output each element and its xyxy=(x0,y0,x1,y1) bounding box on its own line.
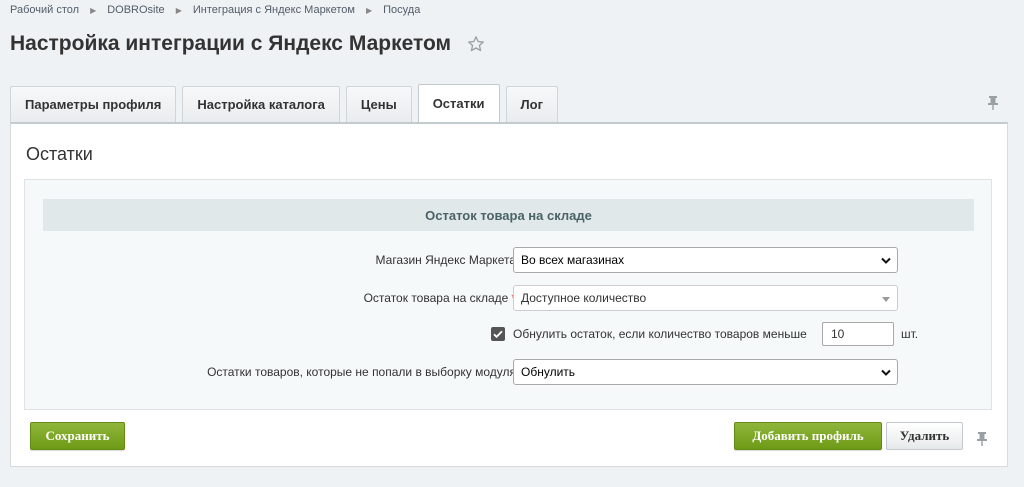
tab-prices[interactable]: Цены xyxy=(345,86,412,122)
caret-down-icon xyxy=(882,297,890,302)
pin-icon[interactable] xyxy=(987,95,999,111)
breadcrumb-separator-icon: ▶ xyxy=(365,5,373,15)
stock-select[interactable]: Доступное количество xyxy=(513,285,898,311)
tab-stock[interactable]: Остатки xyxy=(417,84,500,122)
pin-icon[interactable] xyxy=(976,431,988,447)
breadcrumb-item-desktop[interactable]: Рабочий стол xyxy=(10,4,79,16)
stock-row: Остаток товара на складе* Доступное коли… xyxy=(25,285,993,311)
tab-bar: Параметры профиля Настройка каталога Цен… xyxy=(10,84,564,122)
unselected-label: Остатки товаров, которые не попали в выб… xyxy=(207,365,516,379)
store-select-value: Во всех магазинах xyxy=(521,253,625,267)
stock-label: Остаток товара на складе* xyxy=(364,285,516,311)
reset-row: Обнулить остаток, если количество товаро… xyxy=(25,322,993,348)
add-profile-button[interactable]: Добавить профиль xyxy=(734,422,882,450)
chevron-down-icon xyxy=(881,369,891,376)
page-title-row: Настройка интеграции с Яндекс Маркетом xyxy=(10,32,485,56)
tab-panel-stock: Остатки Остаток товара на складе Магазин… xyxy=(10,122,1008,467)
tab-profile-params[interactable]: Параметры профиля xyxy=(10,86,177,122)
stock-select-value: Доступное количество xyxy=(521,291,647,305)
page-title: Настройка интеграции с Яндекс Маркетом xyxy=(10,32,452,55)
save-button[interactable]: Сохранить xyxy=(30,422,125,450)
store-select[interactable]: Во всех магазинах xyxy=(513,247,898,273)
breadcrumb-item-current[interactable]: Посуда xyxy=(383,4,420,16)
delete-button[interactable]: Удалить xyxy=(886,422,963,450)
reset-label: Обнулить остаток, если количество товаро… xyxy=(513,327,807,341)
unselected-select[interactable]: Обнулить xyxy=(513,359,898,385)
breadcrumb-item-site[interactable]: DOBROsite xyxy=(107,4,164,16)
star-icon[interactable] xyxy=(467,35,485,53)
checkmark-icon xyxy=(493,330,503,339)
unselected-row: Остатки товаров, которые не попали в выб… xyxy=(25,359,993,385)
unselected-select-value: Обнулить xyxy=(521,365,576,379)
chevron-down-icon xyxy=(881,257,891,264)
panel-title: Остатки xyxy=(26,144,93,164)
stock-form: Остаток товара на складе Магазин Яндекс … xyxy=(24,179,992,410)
unit-label: шт. xyxy=(901,327,919,341)
breadcrumb-item-integration[interactable]: Интеграция с Яндекс Маркетом xyxy=(193,4,355,16)
section-header: Остаток товара на складе xyxy=(43,199,974,231)
threshold-input[interactable]: 10 xyxy=(822,322,894,346)
breadcrumb-separator-icon: ▶ xyxy=(175,5,182,15)
store-label: Магазин Яндекс Маркета xyxy=(375,253,516,267)
tab-catalog-settings[interactable]: Настройка каталога xyxy=(182,86,340,122)
breadcrumb: Рабочий стол ▶ DOBROsite ▶ Интеграция с … xyxy=(10,4,420,16)
store-row: Магазин Яндекс Маркета Во всех магазинах xyxy=(25,247,993,273)
reset-checkbox[interactable] xyxy=(491,327,505,341)
tab-log[interactable]: Лог xyxy=(505,86,558,122)
breadcrumb-separator-icon: ▶ xyxy=(90,5,97,15)
